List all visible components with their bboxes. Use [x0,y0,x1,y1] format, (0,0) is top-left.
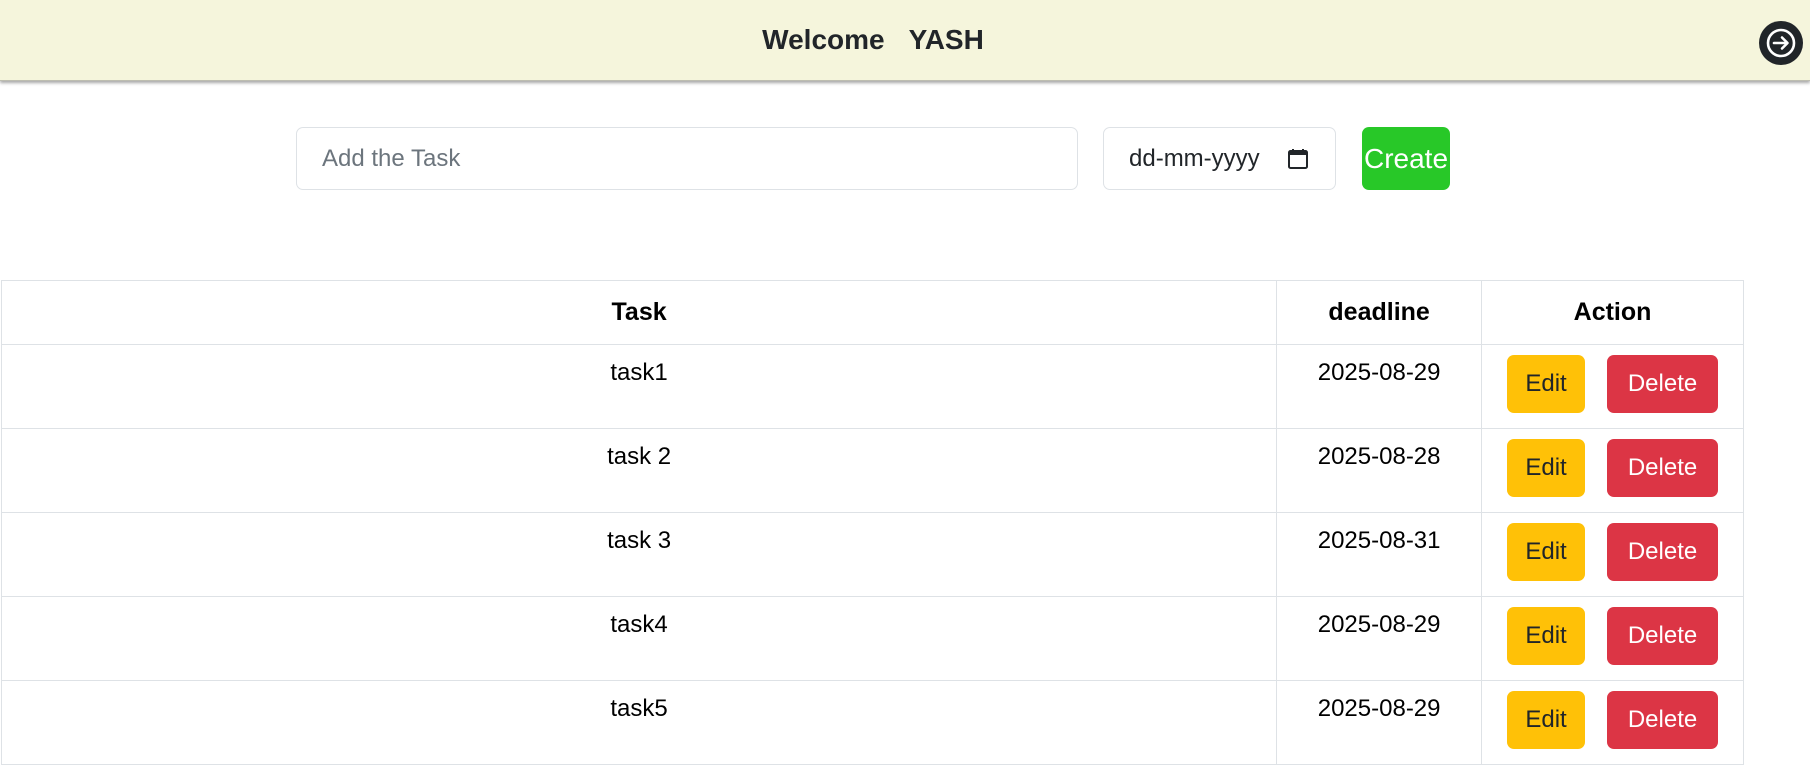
table-row: task5 2025-08-29 Edit Delete [0,680,1744,765]
deadline-cell: 2025-08-29 [1276,344,1483,429]
table-row: task 3 2025-08-31 Edit Delete [0,512,1744,597]
deadline-cell: 2025-08-29 [1276,680,1483,765]
column-header-task: Task [0,280,1278,345]
welcome-heading: Welcome YASH [0,24,1810,56]
edit-button[interactable]: Edit [1507,691,1586,749]
username: YASH [908,24,984,55]
table-header-row: Task deadline Action [0,280,1744,345]
table-row: task 2 2025-08-28 Edit Delete [0,428,1744,513]
task-cell: task4 [0,596,1278,681]
table-row: task4 2025-08-29 Edit Delete [0,596,1744,681]
delete-button[interactable]: Delete [1607,439,1719,497]
delete-button[interactable]: Delete [1607,355,1719,413]
top-navbar: Welcome YASH [0,0,1810,81]
date-placeholder: dd-mm-yyyy [1129,144,1260,172]
edit-button[interactable]: Edit [1507,439,1586,497]
column-header-deadline: deadline [1276,280,1483,345]
table-row: task1 2025-08-29 Edit Delete [0,344,1744,429]
delete-button[interactable]: Delete [1607,691,1719,749]
delete-button[interactable]: Delete [1607,607,1719,665]
action-cell: Edit Delete [1481,512,1744,597]
task-cell: task 3 [0,512,1278,597]
delete-button[interactable]: Delete [1607,523,1719,581]
task-input[interactable] [296,127,1078,190]
create-button[interactable]: Create [1362,127,1450,190]
action-cell: Edit Delete [1481,344,1744,429]
task-cell: task 2 [0,428,1278,513]
task-cell: task1 [0,344,1278,429]
edit-button[interactable]: Edit [1507,523,1586,581]
task-cell: task5 [0,680,1278,765]
tasks-table: Task deadline Action task1 2025-08-29 Ed… [0,280,1744,765]
action-cell: Edit Delete [1481,428,1744,513]
deadline-cell: 2025-08-31 [1276,512,1483,597]
action-cell: Edit Delete [1481,680,1744,765]
action-cell: Edit Delete [1481,596,1744,681]
welcome-label: Welcome [762,24,885,55]
deadline-cell: 2025-08-29 [1276,596,1483,681]
column-header-action: Action [1481,280,1744,345]
arrow-right-circle-icon [1766,28,1796,58]
edit-button[interactable]: Edit [1507,607,1586,665]
deadline-cell: 2025-08-28 [1276,428,1483,513]
edit-button[interactable]: Edit [1507,355,1586,413]
deadline-date-input[interactable]: dd-mm-yyyy [1103,127,1336,190]
logout-button[interactable] [1759,21,1803,65]
calendar-icon[interactable] [1287,148,1309,170]
